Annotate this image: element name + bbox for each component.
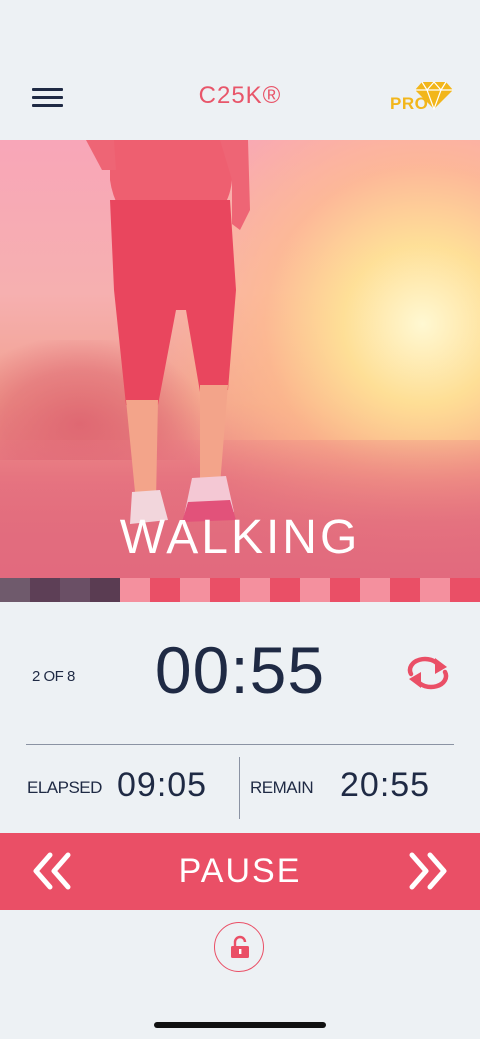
timer-divider [26,744,454,745]
unlock-icon [231,935,249,958]
progress-segment [450,578,480,602]
progress-segment [120,578,150,602]
progress-segment [240,578,270,602]
pause-button[interactable]: PAUSE [140,833,340,910]
diamond-icon [415,81,453,110]
app-header: C25K® PRO [0,0,480,140]
progress-segment [180,578,210,602]
progress-segment [300,578,330,602]
progress-segment [150,578,180,602]
repeat-icon[interactable] [405,656,451,690]
progress-segment [60,578,90,602]
stage-label: WALKING [119,511,361,564]
lock-screen-button[interactable] [214,922,264,972]
progress-segment [360,578,390,602]
stats-divider [239,757,240,819]
progress-segment [90,578,120,602]
runner-figure [86,140,250,524]
progress-segment [30,578,60,602]
home-indicator [154,1022,326,1028]
progress-segment [390,578,420,602]
remain-label: REMAIN [250,778,314,797]
progress-segment [210,578,240,602]
control-bar: PAUSE [0,833,480,910]
double-chevron-right-icon[interactable] [406,851,450,891]
progress-segment [330,578,360,602]
remain-value: 20:55 [340,766,431,804]
progress-segment [0,578,30,602]
progress-segment [270,578,300,602]
hero-image: WALKING [0,140,480,578]
elapsed-value: 09:05 [117,766,208,804]
progress-segment [420,578,450,602]
workout-progress-strip [0,578,480,602]
elapsed-label: ELAPSED [27,778,102,797]
pro-upgrade-button[interactable]: PRO [388,80,458,116]
double-chevron-left-icon[interactable] [30,851,74,891]
